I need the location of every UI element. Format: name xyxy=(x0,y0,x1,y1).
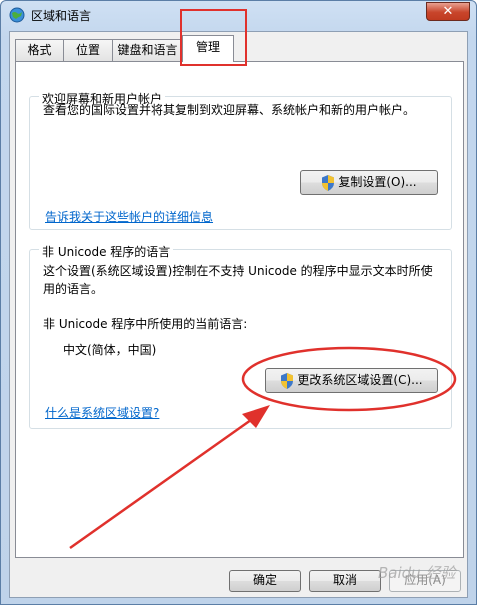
baidu-watermark: Baidu 经验 xyxy=(378,564,456,582)
highlight-ellipse-button xyxy=(241,346,457,412)
annotation-arrow-shaft xyxy=(69,413,259,550)
annotation-overlay xyxy=(69,346,457,550)
